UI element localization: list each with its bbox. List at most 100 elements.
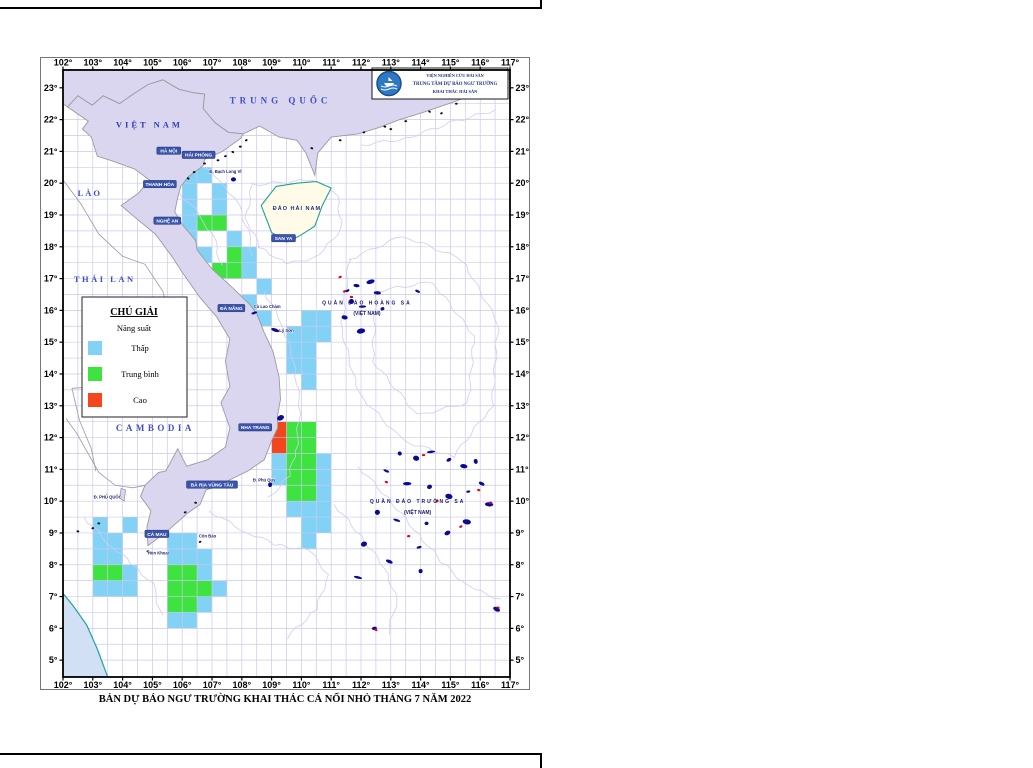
archipelago-label: QUẦN ĐẢO TRƯỜNG SA (370, 497, 466, 505)
cell-low (316, 310, 332, 327)
cell-low (92, 532, 108, 549)
cell-medium (301, 437, 317, 454)
lat-label-left: 14° (44, 369, 58, 379)
logo-box: VIỆN NGHIÊN CỨU HẢI SẢN TRUNG TÂM DỰ BÁO … (371, 67, 509, 100)
island-marker-navy (418, 569, 423, 574)
lon-label-bottom: 115° (441, 680, 460, 690)
lat-label-left: 22° (44, 115, 58, 125)
cell-medium (107, 564, 123, 581)
cell-low (316, 485, 332, 502)
region-label: THÁI LAN (74, 274, 136, 284)
lon-label-top: 113° (382, 58, 401, 68)
cell-low (182, 548, 198, 565)
lon-label-bottom: 113° (382, 680, 401, 690)
map-caption: BẢN DỰ BÁO NGƯ TRƯỜNG KHAI THÁC CÁ NỔI N… (98, 694, 472, 705)
lat-label-right: 16° (516, 305, 530, 315)
cell-medium (301, 469, 317, 486)
lat-label-right: 14° (516, 369, 530, 379)
lat-label-right: 22° (516, 115, 530, 125)
cell-low (92, 580, 108, 597)
cell-low (316, 469, 332, 486)
cell-low (122, 564, 138, 581)
cell-medium (182, 596, 198, 613)
cell-low (271, 453, 287, 470)
cell-low (301, 373, 317, 390)
cell-medium (182, 580, 198, 597)
region-label: TRUNG QUỐC (230, 96, 332, 106)
lat-label-left: 13° (44, 401, 58, 411)
city-label: BÀ RỊA VŨNG TÀU (191, 481, 234, 488)
cell-low (301, 532, 317, 549)
lon-label-bottom: 116° (471, 680, 490, 690)
cell-low (301, 310, 317, 327)
lat-label-left: 11° (44, 464, 58, 474)
page-top-rule (0, 7, 541, 9)
lat-label-right: 7° (516, 592, 525, 602)
cell-medium (212, 214, 227, 231)
lon-label-bottom: 102° (54, 680, 73, 690)
lon-label-bottom: 108° (232, 680, 251, 690)
archipelago-label: QUẦN ĐẢO HOÀNG SA (322, 300, 412, 307)
lat-label-right: 18° (516, 242, 530, 252)
lon-label-top: 114° (412, 58, 431, 68)
lon-label-top: 106° (173, 58, 192, 68)
small-feature-label: Cù Lao Chàm (254, 304, 281, 309)
legend-subtitle: Năng suất (117, 323, 152, 333)
hainan-label: ĐẢO HẢI NAM (273, 205, 321, 212)
small-feature-label: Côn Đảo (199, 534, 217, 539)
lon-label-bottom: 109° (262, 680, 281, 690)
cell-medium (286, 437, 302, 454)
cell-low (122, 580, 138, 597)
small-feature-label: Đ. PHÚ QUỐC (94, 495, 122, 500)
lat-label-right: 11° (516, 464, 530, 474)
logo-text-line3: KHAI THÁC HẢI SẢN (433, 89, 479, 94)
lat-label-right: 15° (516, 337, 530, 347)
small-feature-label: Hòn Khoai (148, 551, 169, 556)
lat-label-left: 10° (44, 496, 58, 506)
cell-low (286, 342, 302, 359)
cell-low (316, 453, 332, 470)
page-bottom-rule-nub (540, 753, 542, 768)
lat-label-right: 23° (516, 83, 530, 93)
cell-low (212, 183, 227, 200)
lat-label-left: 21° (44, 146, 58, 156)
lat-label-left: 5° (49, 655, 58, 665)
city-label: NHA TRANG (241, 425, 270, 431)
lon-label-bottom: 107° (203, 680, 222, 690)
legend-chip-high (88, 393, 102, 407)
lat-label-left: 20° (44, 178, 58, 188)
lat-label-right: 9° (516, 528, 525, 538)
cell-low (182, 199, 198, 215)
cell-low (316, 517, 332, 533)
lon-label-bottom: 111° (322, 680, 340, 690)
lon-label-top: 108° (232, 58, 251, 68)
lon-label-bottom: 117° (501, 680, 520, 690)
lat-label-left: 17° (44, 274, 58, 284)
cell-low (92, 517, 108, 533)
page-bottom-rule (0, 753, 541, 755)
lon-label-top: 105° (143, 58, 162, 68)
cell-low (301, 501, 317, 518)
lon-label-top: 112° (352, 58, 371, 68)
cell-low (212, 199, 227, 215)
cell-low (286, 358, 302, 374)
small-feature-label: Đ. Phú Quý (253, 477, 276, 482)
cell-low (241, 262, 257, 279)
cell-low (167, 612, 183, 629)
cell-low (316, 326, 332, 343)
region-label: LÀO (78, 188, 102, 198)
legend-label-high: Cao (133, 395, 147, 405)
city-label: SAN YA (275, 236, 293, 242)
cell-medium (286, 421, 302, 438)
cell-low (167, 532, 183, 549)
city-label: ĐÀ NẴNG (220, 305, 243, 312)
legend-label-medium: Trung bình (121, 369, 159, 379)
cell-low (197, 596, 212, 613)
small-feature-label: Lý Sơn (279, 328, 294, 333)
lat-label-right: 12° (516, 433, 530, 443)
cell-medium (301, 421, 317, 438)
logo-text-line2: TRUNG TÂM DỰ BÁO NGƯ TRƯỜNG (413, 81, 498, 87)
lon-label-bottom: 114° (412, 680, 431, 690)
cell-low (122, 517, 138, 533)
lat-label-right: 20° (516, 178, 530, 188)
